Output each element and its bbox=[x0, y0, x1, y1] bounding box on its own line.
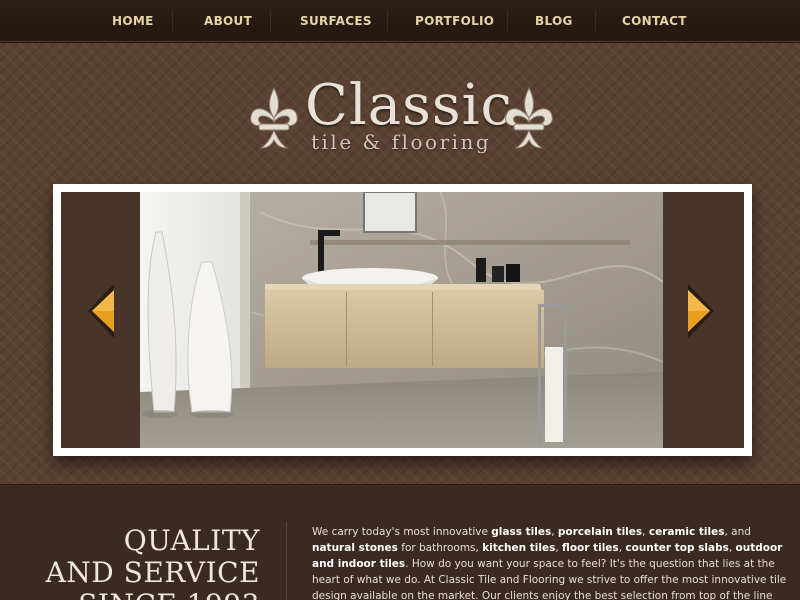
tagline-line: SINCE 1993 bbox=[0, 589, 260, 600]
keyword: counter top slabs bbox=[625, 542, 729, 554]
site-logo[interactable]: Classic tile & flooring bbox=[245, 78, 560, 163]
intro-section: QUALITY AND SERVICE SINCE 1993 We carry … bbox=[0, 486, 800, 600]
tagline-line: QUALITY bbox=[123, 524, 260, 557]
keyword: natural stones bbox=[312, 542, 398, 554]
nav-divider bbox=[507, 10, 508, 32]
tagline: QUALITY AND SERVICE SINCE 1993 bbox=[0, 525, 260, 600]
text: , bbox=[551, 526, 558, 538]
keyword: porcelain tiles bbox=[557, 526, 643, 538]
text: , and bbox=[724, 526, 751, 538]
top-navigation: HOME ABOUT SURFACES PORTFOLIO BLOG CONTA… bbox=[0, 0, 800, 42]
text: , bbox=[728, 542, 736, 554]
logo-wordmark: Classic bbox=[305, 73, 513, 138]
fleur-de-lis-icon bbox=[505, 86, 553, 149]
tagline-line: AND SERVICE bbox=[45, 556, 260, 589]
keyword: glass tiles bbox=[491, 526, 552, 538]
image-slider bbox=[53, 184, 752, 456]
slide-image-bathroom bbox=[140, 192, 663, 448]
bathroom-photo bbox=[140, 192, 663, 448]
keyword: floor tiles bbox=[562, 542, 619, 554]
nav-divider bbox=[387, 10, 388, 32]
intro-paragraph: We carry today's most innovative glass t… bbox=[312, 524, 787, 600]
nav-portfolio-link[interactable]: PORTFOLIO bbox=[415, 14, 494, 28]
text: for bathrooms, bbox=[397, 542, 483, 554]
nav-divider bbox=[595, 10, 596, 32]
logo-subtitle: tile & flooring bbox=[311, 130, 492, 154]
nav-home-link[interactable]: HOME bbox=[112, 14, 154, 28]
hero-section: Classic tile & flooring bbox=[0, 43, 800, 485]
chevron-left-icon[interactable] bbox=[88, 284, 116, 338]
keyword: ceramic tiles bbox=[648, 526, 725, 538]
text: , bbox=[642, 526, 649, 538]
nav-surfaces-link[interactable]: SURFACES bbox=[300, 14, 372, 28]
divider bbox=[286, 522, 287, 600]
text: We carry today's most innovative bbox=[312, 526, 492, 538]
nav-divider bbox=[172, 10, 173, 32]
nav-contact-link[interactable]: CONTACT bbox=[622, 14, 687, 28]
nav-blog-link[interactable]: BLOG bbox=[535, 14, 573, 28]
keyword: kitchen tiles bbox=[482, 542, 556, 554]
nav-about-link[interactable]: ABOUT bbox=[204, 14, 252, 28]
fleur-de-lis-icon bbox=[250, 86, 298, 149]
nav-divider bbox=[270, 10, 271, 32]
chevron-right-icon[interactable] bbox=[686, 284, 714, 338]
